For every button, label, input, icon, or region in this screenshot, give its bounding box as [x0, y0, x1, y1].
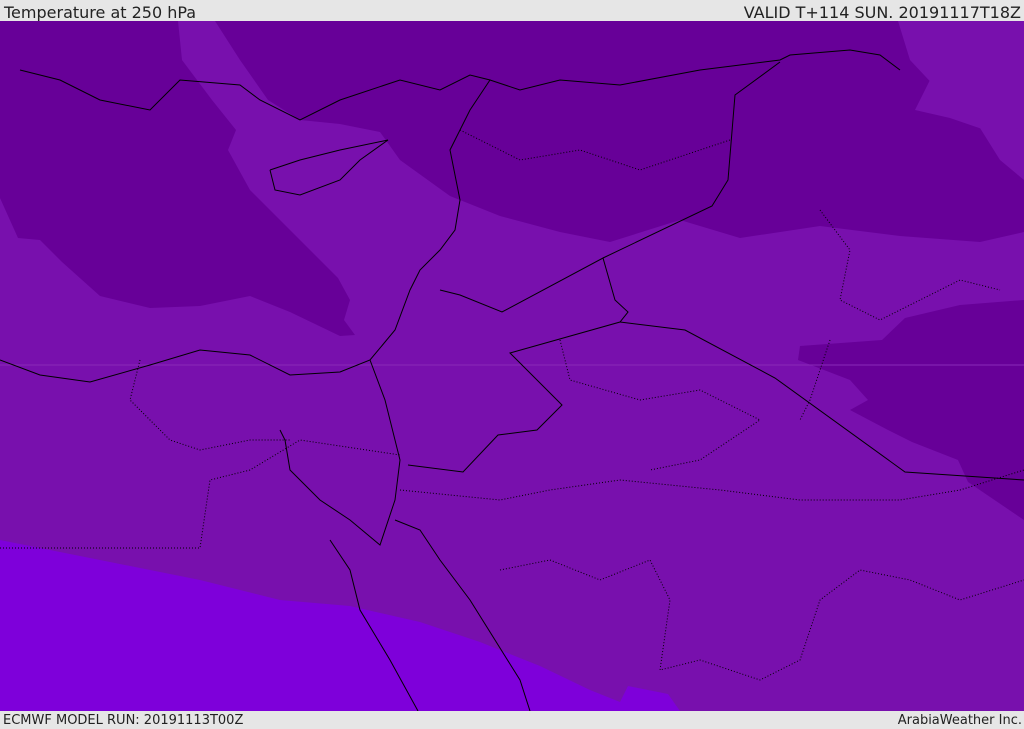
model-run: ECMWF MODEL RUN: 20191113T00Z	[3, 713, 244, 728]
map-title: Temperature at 250 hPa	[4, 3, 197, 22]
valid-time: VALID T+114 SUN. 20191117T18Z	[743, 3, 1021, 22]
brand-credit: ArabiaWeather Inc.	[897, 713, 1022, 728]
temperature-map	[0, 21, 1024, 711]
header-bar: Temperature at 250 hPa VALID T+114 SUN. …	[0, 0, 1024, 22]
footer-bar: ECMWF MODEL RUN: 20191113T00Z ArabiaWeat…	[0, 711, 1024, 729]
mid-region-northeast	[915, 21, 1024, 130]
